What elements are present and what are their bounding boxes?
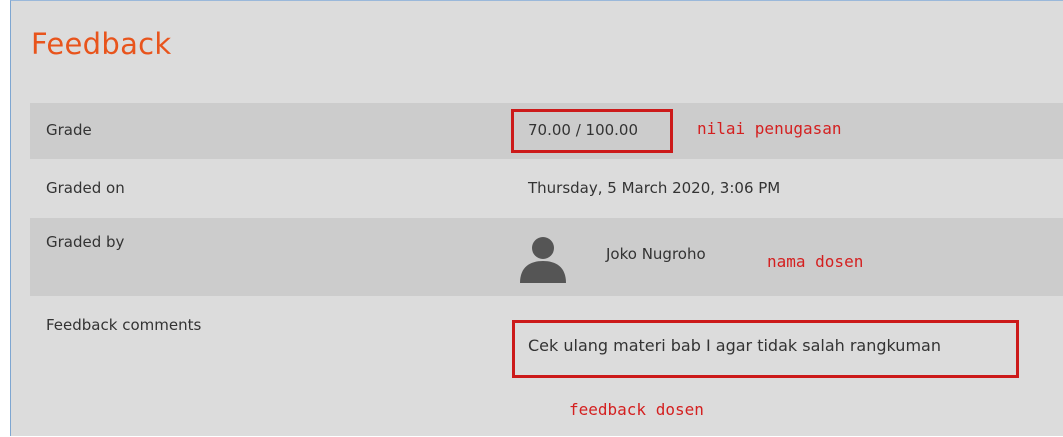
graded-on-value: Thursday, 5 March 2020, 3:06 PM	[528, 179, 781, 197]
feedback-title: Feedback	[31, 27, 172, 61]
graded-on-label: Graded on	[46, 179, 125, 197]
graded-by-label: Graded by	[46, 233, 125, 251]
grade-label: Grade	[46, 121, 92, 139]
feedback-comments-label: Feedback comments	[46, 316, 202, 334]
comment-annotation: feedback dosen	[569, 400, 704, 419]
grader-annotation: nama dosen	[767, 252, 864, 271]
graded-on-row: Graded on Thursday, 5 March 2020, 3:06 P…	[30, 159, 1063, 218]
user-avatar-icon[interactable]	[517, 233, 569, 285]
grade-highlight-box	[511, 109, 673, 153]
grader-name[interactable]: Joko Nugroho	[606, 245, 706, 263]
comment-highlight-box	[512, 320, 1019, 378]
grade-annotation: nilai penugasan	[697, 119, 842, 138]
